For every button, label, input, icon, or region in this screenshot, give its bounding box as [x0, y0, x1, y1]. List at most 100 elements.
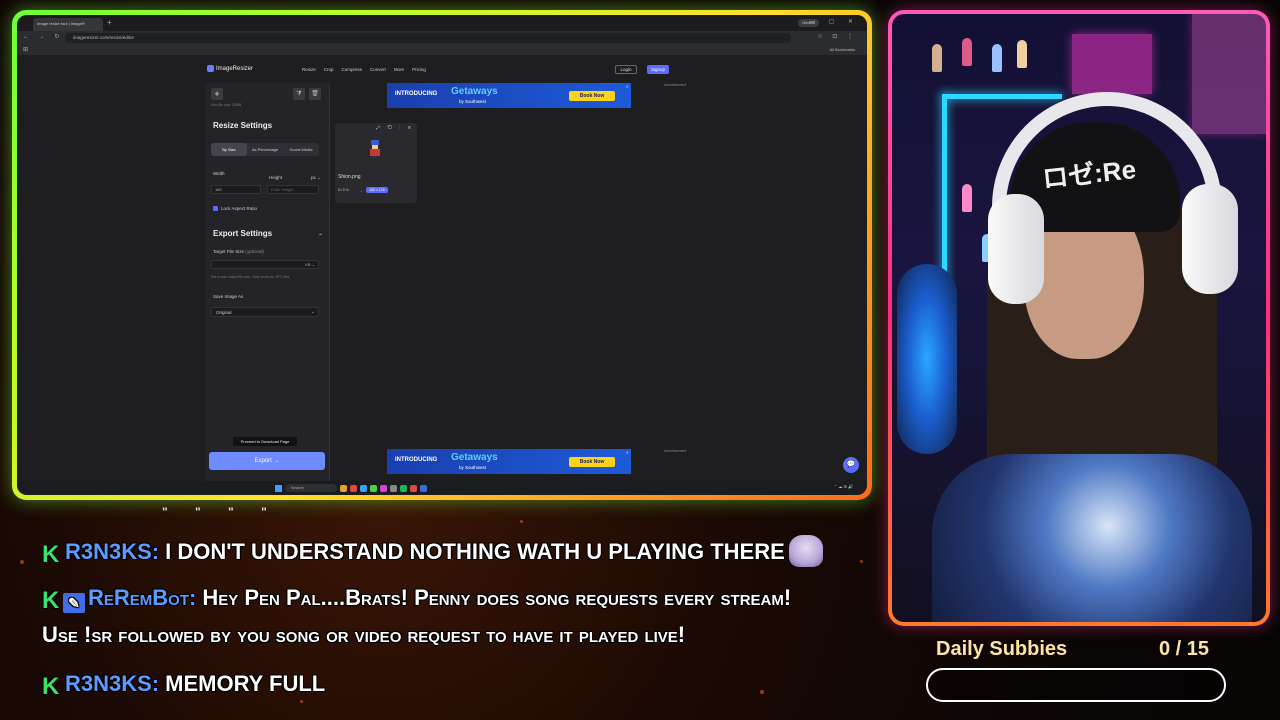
screen-capture-frame: Image resize tool | ImageR + Gemini — ▢ …	[12, 10, 872, 500]
image-card[interactable]: ⤢ ⟲ ⋮ ✕ Shion.png 61.5 % → 180 x 126	[335, 123, 417, 203]
tab-by-size[interactable]: By Size	[211, 143, 247, 156]
app-icon[interactable]	[360, 484, 367, 492]
ad-close-icon[interactable]: ✕	[626, 84, 629, 89]
trash-icon[interactable]: 🗑	[309, 88, 321, 100]
app-icon[interactable]	[380, 484, 387, 492]
system-tray-icon[interactable]: ⌃ ☁ ⊞ 🔊	[834, 484, 853, 489]
export-tooltip: Proceed to Download Page	[233, 437, 297, 446]
menu-item-resize[interactable]: Resize	[302, 67, 316, 72]
ad-book-now-button[interactable]: Book Now	[569, 457, 615, 467]
apps-grid-icon[interactable]: ⊞	[23, 46, 28, 53]
ad-banner-bottom[interactable]: INTRODUCING Getaways by Southwest Book N…	[387, 449, 631, 474]
figure	[962, 38, 972, 66]
new-tab-icon[interactable]: +	[107, 18, 112, 27]
width-input[interactable]: 180	[211, 185, 261, 194]
site-logo[interactable]: ImageResizer	[207, 65, 253, 72]
bot-wrench-icon: ✎	[63, 593, 85, 613]
figure	[992, 44, 1002, 72]
chat-text: MEMORY FULL	[165, 671, 326, 696]
chevron-up-icon[interactable]: ⌃	[318, 233, 323, 240]
menu-item-crop[interactable]: Crop	[324, 67, 334, 72]
tab-social-media[interactable]: Social Media	[283, 143, 319, 156]
chat-bubble-icon[interactable]: 💬	[843, 457, 859, 473]
chevron-down-icon: ⌄	[310, 309, 315, 315]
taskbar-search[interactable]: Search	[285, 484, 337, 492]
logo-icon	[207, 65, 214, 72]
target-size-input[interactable]: KB ⌄	[211, 260, 319, 269]
app-icon[interactable]	[350, 484, 357, 492]
image-thumbnail	[369, 140, 381, 158]
goal-progress-bar	[926, 668, 1226, 702]
chrome-icon[interactable]	[410, 484, 417, 492]
headphone-cup	[988, 194, 1044, 304]
window-controls[interactable]: — ▢ ✕	[809, 18, 859, 25]
streamer-shirt	[932, 454, 1252, 622]
ad-by: by Southwest	[459, 465, 487, 470]
add-image-button[interactable]: +	[211, 88, 223, 100]
bookmarks-bar: ⊞ All Bookmarks	[17, 45, 867, 55]
save-as-select[interactable]: Original ⌄	[211, 307, 319, 317]
ad-intro: INTRODUCING	[395, 457, 438, 463]
login-button[interactable]: Login	[615, 65, 637, 74]
extensions-icon[interactable]: ☆ ⊡ ⋮	[817, 33, 857, 40]
logo-text: ImageResizer	[216, 66, 254, 73]
browser-toolbar: ← → ↻ ⌂ imageresizer.com/resize/editor ☆…	[17, 31, 867, 45]
k-badge-icon: K	[42, 541, 60, 568]
web-page: ImageResizer Resize Crop Compress Conver…	[17, 55, 867, 481]
target-size-text: Target File Size	[213, 249, 245, 254]
file-explorer-icon[interactable]	[340, 484, 347, 492]
menu-item-convert[interactable]: Convert	[370, 67, 386, 72]
all-bookmarks-link[interactable]: All Bookmarks	[829, 47, 855, 52]
menu-item-compress[interactable]: Compress	[342, 67, 363, 72]
os-taskbar: Search ⌃ ☁ ⊞ 🔊	[17, 481, 867, 495]
save-as-value: Original	[216, 310, 232, 315]
browser-tab-bar: Image resize tool | ImageR + Gemini — ▢ …	[17, 15, 867, 31]
browser-window: Image resize tool | ImageR + Gemini — ▢ …	[17, 15, 867, 495]
ad-intro: INTRODUCING	[395, 91, 438, 97]
canvas-area: INTRODUCING Getaways by Southwest Book N…	[330, 83, 690, 481]
menu-item-pricing[interactable]: Pricing	[412, 67, 426, 72]
app-icon[interactable]	[390, 484, 397, 492]
save-as-label: Save Image As	[213, 294, 244, 299]
card-tools-icon[interactable]: ⤢ ⟲ ⋮ ✕	[376, 125, 414, 130]
chat-message: K ✎ ReRemBot: Hey Pen Pal....Brats! Penny d…	[42, 585, 791, 613]
taskbar-apps: Search	[275, 484, 427, 492]
neon-light	[942, 94, 1062, 99]
poster	[1072, 34, 1152, 94]
height-label: Height	[269, 175, 283, 180]
tab-as-percentage[interactable]: As Percentage	[247, 143, 283, 156]
microphone	[897, 264, 957, 454]
windows-start-icon[interactable]	[275, 484, 282, 492]
figure	[962, 184, 972, 212]
ad-banner-top[interactable]: INTRODUCING Getaways by Southwest Book N…	[387, 83, 631, 108]
ember-particle	[20, 560, 24, 564]
address-bar[interactable]: imageresizer.com/resize/editor	[65, 33, 791, 43]
height-input[interactable]: Enter Height	[267, 185, 319, 194]
export-button[interactable]: Export →	[209, 452, 325, 470]
lock-aspect-label: Lock Aspect Ratio	[221, 206, 258, 211]
target-size-label: Target File Size (optional)	[213, 249, 264, 254]
goal-count: 0 / 15	[1159, 638, 1210, 660]
ad-book-now-button[interactable]: Book Now	[569, 91, 615, 101]
ad-close-icon[interactable]: ✕	[626, 450, 629, 455]
target-optional: (optional)	[245, 249, 265, 254]
chat-username[interactable]: R3N3KS:	[65, 539, 159, 564]
figure	[1017, 40, 1027, 68]
file-name: Shion.png	[338, 174, 361, 180]
lock-aspect-checkbox[interactable]	[213, 206, 218, 211]
menu-item-more[interactable]: More	[394, 67, 404, 72]
chat-message: K R3N3KS: I DON'T UNDERSTAND NOTHING WATH …	[42, 535, 823, 567]
goal-title: Daily Subbies	[936, 638, 1068, 660]
chat-message: K R3N3KS: MEMORY FULL	[42, 671, 326, 699]
chat-username[interactable]: ReRemBot:	[88, 585, 196, 610]
arrow-right-icon: →	[359, 188, 363, 193]
signup-button[interactable]: Signup	[647, 65, 669, 74]
filter-icon[interactable]: ⧩	[293, 88, 305, 100]
chat-username[interactable]: R3N3KS:	[65, 671, 159, 696]
app-icon[interactable]	[400, 484, 407, 492]
app-icon[interactable]	[420, 484, 427, 492]
unit-select[interactable]: px ⌄	[311, 175, 321, 181]
main-menu: Resize Crop Compress Convert More Pricin…	[302, 67, 426, 72]
app-icon[interactable]	[370, 484, 377, 492]
browser-tab[interactable]: Image resize tool | ImageR	[33, 18, 103, 31]
